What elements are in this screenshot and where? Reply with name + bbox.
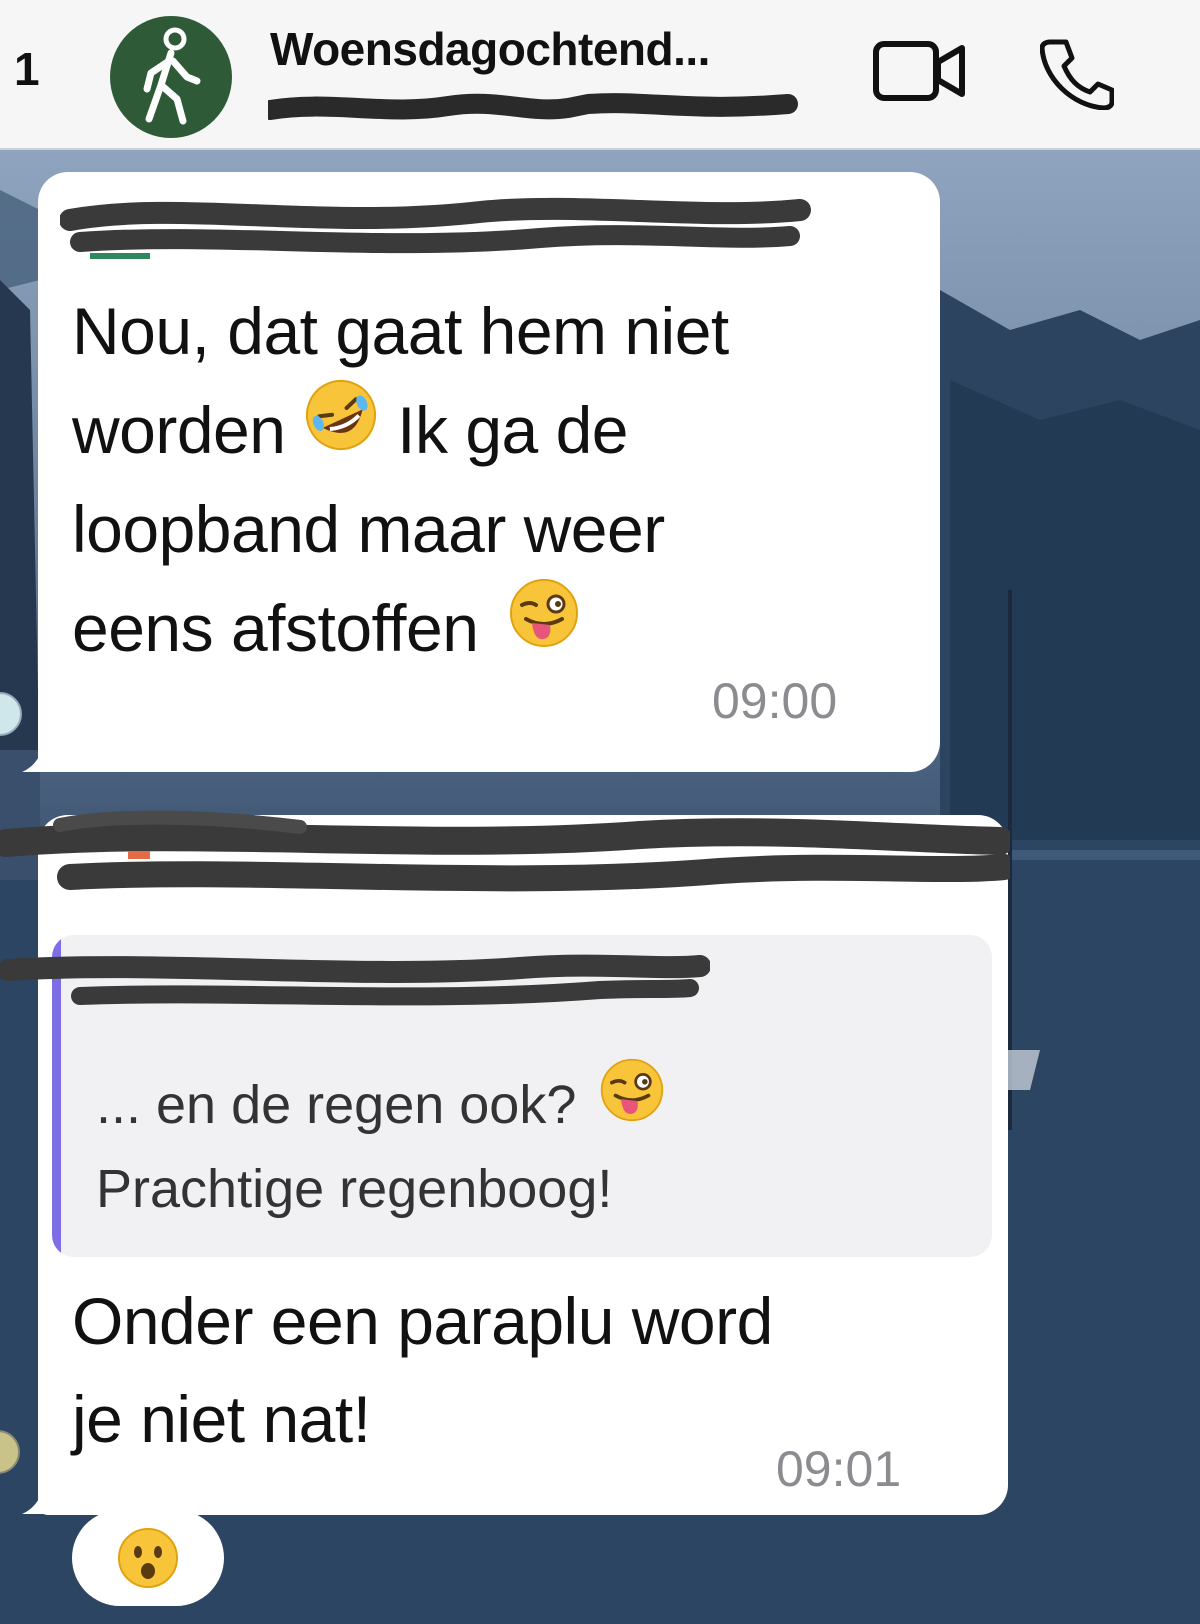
- message-line: loopband maar weer: [72, 492, 665, 567]
- video-call-button[interactable]: [872, 36, 968, 111]
- walking-person-icon: [143, 27, 201, 125]
- bubble-tail: [22, 1476, 58, 1514]
- back-unread-count[interactable]: 1: [14, 42, 40, 96]
- message-line: eens afstoffen: [72, 579, 729, 678]
- quoted-line-part: ... en de regen ook?: [96, 1075, 577, 1135]
- redacted-sender-name: [0, 810, 1010, 892]
- message-line: worden Ik ga de: [72, 380, 729, 480]
- quoted-message-text: ... en de regen ook? Prachtige regenboog…: [96, 1058, 665, 1231]
- redacted-sender-name: [60, 197, 811, 259]
- message-reaction[interactable]: [72, 1510, 224, 1606]
- winking-face-with-tongue-emoji: [508, 577, 580, 676]
- message-line-part: worden: [72, 393, 286, 467]
- message-text: Onder een paraplu word je niet nat!: [72, 1272, 773, 1468]
- chat-header: 1 Woensdagochtend...: [0, 0, 1200, 150]
- bubble-tail: [22, 734, 58, 772]
- video-camera-icon: [873, 41, 965, 101]
- voice-call-button[interactable]: [1039, 36, 1115, 115]
- quoted-line: ... en de regen ook?: [96, 1058, 665, 1147]
- message-line: je niet nat!: [72, 1382, 371, 1456]
- chat-title[interactable]: Woensdagochtend...: [270, 22, 710, 76]
- group-avatar[interactable]: [110, 16, 232, 138]
- message-text: Nou, dat gaat hem niet worden Ik ga de l…: [72, 282, 729, 678]
- winking-face-with-tongue-emoji: [599, 1057, 665, 1147]
- message-line: Onder een paraplu word: [72, 1284, 773, 1358]
- rolling-on-floor-laughing-emoji: [303, 377, 379, 480]
- redacted-quote-author: [0, 954, 710, 1006]
- message-line: Nou, dat gaat hem niet: [72, 294, 729, 368]
- message-line-part: Ik ga de: [397, 393, 628, 467]
- surprised-face-emoji: [118, 1528, 178, 1588]
- message-time: 09:00: [712, 673, 838, 729]
- message-time: 09:01: [776, 1441, 902, 1497]
- message-line-part: eens afstoffen: [72, 591, 479, 666]
- quoted-line: Prachtige regenboog!: [96, 1159, 613, 1219]
- redacted-participants: [268, 93, 798, 120]
- phone-icon: [1039, 39, 1115, 111]
